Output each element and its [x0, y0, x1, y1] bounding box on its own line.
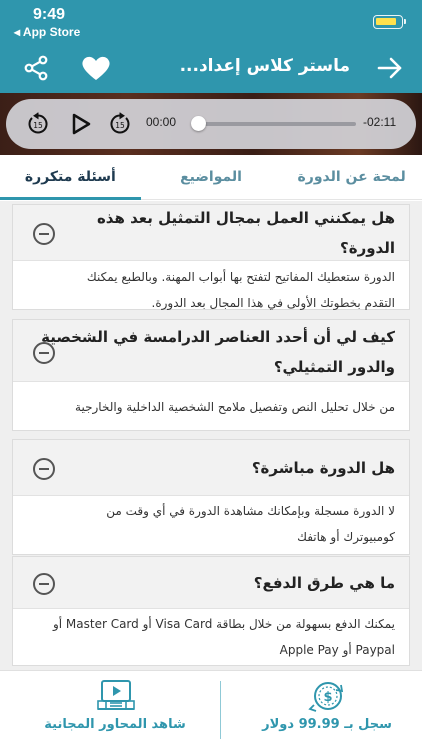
bottom-divider	[220, 681, 221, 739]
play-icon[interactable]	[66, 109, 96, 139]
faq-card: كيف لي أن أحدد العناصر الدرامسة في الشخص…	[12, 319, 410, 431]
share-icon[interactable]	[20, 54, 52, 82]
watch-free-button[interactable]: شاهد المحاور المجانية	[10, 671, 220, 750]
faq-question: هل يمكنني العمل بمجال التمثيل بعد هذه ال…	[97, 203, 395, 263]
nav-row: ماستر كلاس إعداد...	[0, 44, 422, 93]
faq-question-row[interactable]: هل الدورة مباشرة؟	[13, 440, 409, 496]
faq-question-row[interactable]: كيف لي أن أحدد العناصر الدرامسة في الشخص…	[13, 320, 409, 382]
current-time: 00:00	[146, 115, 177, 129]
faq-question-line: هل يمكنني العمل بمجال التمثيل بعد هذه	[96, 209, 395, 227]
svg-text:$: $	[323, 690, 332, 705]
tab-about[interactable]: لمحة عن الدورة	[281, 155, 422, 199]
tab-faq[interactable]: أسئلة متكررة	[0, 155, 141, 200]
faq-answer-line: Paypal أو Apple Pay	[279, 643, 395, 657]
faq-answer: يمكنك الدفع بسهولة من خلال بطاقة Visa Ca…	[53, 611, 395, 663]
faq-answer-line: الدورة ستعطيك المفاتيح لتفتح بها أبواب ا…	[86, 270, 395, 284]
progress-knob[interactable]	[191, 116, 206, 131]
faq-card: هل يمكنني العمل بمجال التمثيل بعد هذه ال…	[12, 204, 410, 310]
bottom-action-bar: شاهد المحاور المجانية $ سجل بـ 99.99 دول…	[0, 670, 422, 750]
faq-card: هل الدورة مباشرة؟ لا الدورة مسجلة وبإمكا…	[12, 439, 410, 555]
faq-question-line: والدور التمثيلي؟	[273, 358, 395, 376]
faq-answer-line: كومبيوترك أو هاتفك	[297, 530, 395, 544]
remaining-time: -02:11	[363, 115, 397, 129]
forward-15-icon[interactable]: 15	[105, 109, 135, 139]
tab-bar: أسئلة متكررة المواضيع لمحة عن الدورة	[0, 155, 422, 200]
faq-question: هل الدورة مباشرة؟	[252, 453, 395, 483]
video-tutorial-icon	[96, 679, 136, 713]
minus-circle-icon[interactable]	[33, 223, 55, 245]
faq-answer: لا الدورة مسجلة وبإمكانك مشاهدة الدورة ف…	[106, 498, 395, 550]
watch-free-label: شاهد المحاور المجانية	[44, 717, 186, 732]
minus-circle-icon[interactable]	[33, 458, 55, 480]
status-time: 9:49	[33, 6, 66, 23]
faq-question-line: الدورة؟	[340, 239, 395, 257]
status-bar: 9:49 ◂ App Store	[0, 0, 422, 44]
rewind-15-icon[interactable]: 15	[23, 109, 53, 139]
faq-question: كيف لي أن أحدد العناصر الدرامسة في الشخص…	[41, 322, 395, 382]
faq-question-row[interactable]: ما هي طرق الدفع؟	[13, 557, 409, 609]
tab-topics[interactable]: المواضيع	[141, 155, 282, 199]
faq-question-row[interactable]: هل يمكنني العمل بمجال التمثيل بعد هذه ال…	[13, 205, 409, 261]
faq-answer-line: يمكنك الدفع بسهولة من خلال بطاقة Visa Ca…	[52, 617, 395, 631]
back-to-app-store[interactable]: ◂ App Store	[14, 25, 80, 39]
purchase-button[interactable]: $ سجل بـ 99.99 دولار	[222, 671, 422, 750]
faq-answer-line: التقدم بخطوتك الأولى في هذا المجال بعد ا…	[151, 296, 395, 310]
purchase-label: سجل بـ 99.99 دولار	[262, 717, 392, 732]
faq-answer-line: من خلال تحليل النص وتفصيل ملامح الشخصية …	[75, 400, 395, 414]
faq-card: ما هي طرق الدفع؟ يمكنك الدفع بسهولة من خ…	[12, 556, 410, 666]
dollar-clock-icon: $	[308, 679, 348, 713]
faq-answer-line: لا الدورة مسجلة وبإمكانك مشاهدة الدورة ف…	[106, 504, 395, 518]
faq-question-line: كيف لي أن أحدد العناصر الدرامسة في الشخص…	[41, 328, 395, 346]
page-title: ماستر كلاس إعداد...	[179, 56, 350, 76]
minus-circle-icon[interactable]	[33, 573, 55, 595]
heart-icon[interactable]	[78, 52, 114, 84]
battery-icon	[373, 15, 406, 29]
player-controls: 15 15 00:00 -02:11	[6, 99, 416, 149]
svg-text:15: 15	[33, 121, 43, 130]
video-player[interactable]: 15 15 00:00 -02:11	[0, 93, 422, 155]
svg-text:15: 15	[115, 121, 125, 130]
faq-question-line: ما هي طرق الدفع؟	[253, 574, 395, 592]
faq-answer: الدورة ستعطيك المفاتيح لتفتح بها أبواب ا…	[87, 264, 395, 316]
arrow-right-icon[interactable]	[372, 54, 408, 82]
faq-question-line: هل الدورة مباشرة؟	[251, 459, 395, 477]
app-header: 9:49 ◂ App Store ماستر كلاس إعداد...	[0, 0, 422, 93]
faq-answer: من خلال تحليل النص وتفصيل ملامح الشخصية …	[75, 394, 395, 420]
progress-track[interactable]	[196, 122, 356, 126]
faq-list[interactable]: هل يمكنني العمل بمجال التمثيل بعد هذه ال…	[0, 201, 422, 670]
faq-question: ما هي طرق الدفع؟	[254, 568, 395, 598]
